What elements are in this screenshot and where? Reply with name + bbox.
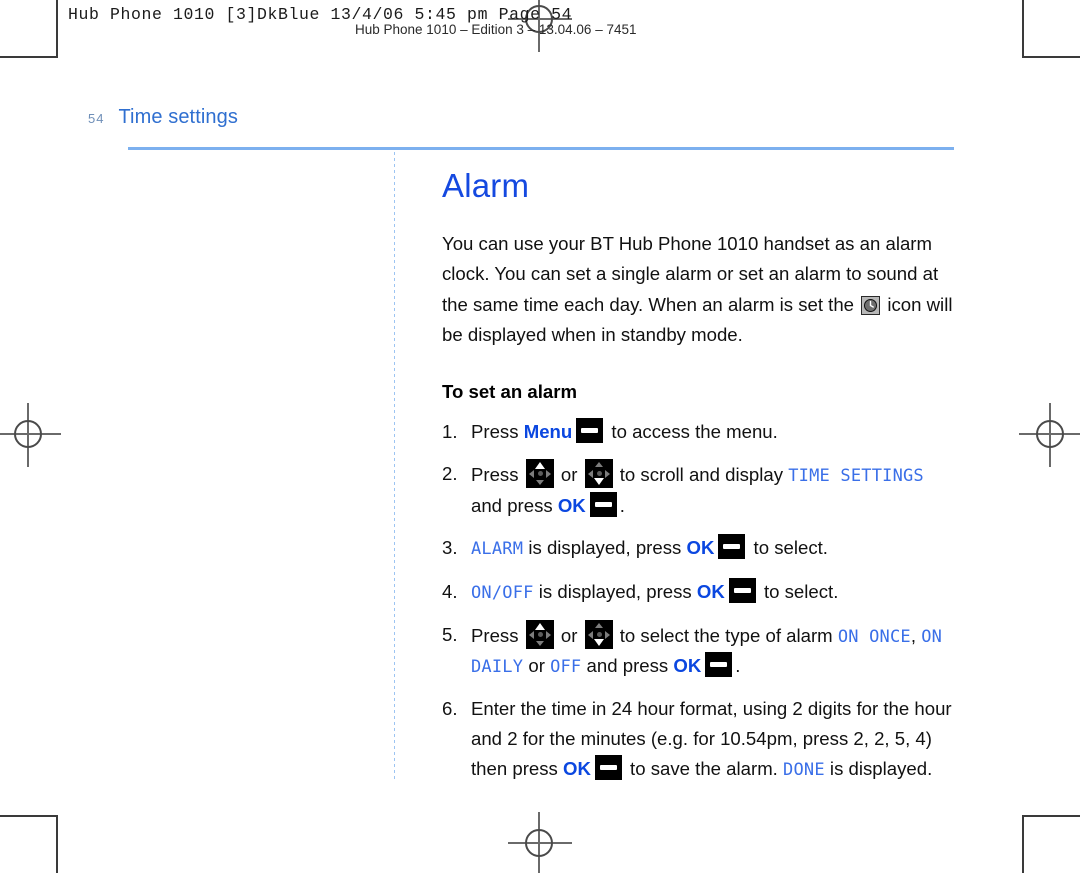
navigation-down-icon <box>584 459 613 489</box>
navigation-up-icon <box>525 619 554 649</box>
step-5-text-g: . <box>735 654 741 676</box>
subsection-heading: To set an alarm <box>442 380 578 402</box>
navigation-up-icon <box>525 459 554 489</box>
registration-mark-circle <box>525 829 553 857</box>
manual-page: Hub Phone 1010 [3]DkBlue 13/4/06 5:45 pm… <box>0 0 1080 873</box>
softkey-button-icon <box>718 534 746 560</box>
step-item-1: Press Menu to access the menu. <box>442 417 957 447</box>
step-item-4: ON/OFF is displayed, press OK to select. <box>442 577 957 607</box>
softkey-button-icon <box>589 491 617 517</box>
column-divider <box>394 152 395 782</box>
softkey-button-icon <box>594 754 622 780</box>
page-title: Alarm <box>442 167 530 204</box>
instruction-steps-list: Press Menu to access the menu. Press or … <box>442 417 957 784</box>
step-item-3: ALARM is displayed, press OK to select. <box>442 533 957 563</box>
step-5-text-d: , <box>910 624 922 646</box>
softkey-button-icon <box>576 417 604 443</box>
header-rule <box>128 147 954 150</box>
step-6-text-b: to save the alarm. <box>624 757 784 779</box>
step-2-text-b: or <box>555 464 583 486</box>
ok-softkey-label: OK <box>563 757 591 779</box>
lcd-text-off: OFF <box>550 656 582 677</box>
step-5-text-f: and press <box>581 654 674 676</box>
registration-mark-bottom <box>508 812 572 873</box>
step-4-text-a: is displayed, press <box>533 580 697 602</box>
crop-mark-top-left <box>0 0 58 58</box>
step-5-text-c: to select the type of alarm <box>614 624 838 646</box>
step-4-text-b: to select. <box>758 580 839 602</box>
registration-mark-right <box>1019 403 1080 467</box>
step-2-text-c: to scroll and display <box>614 464 789 486</box>
crop-mark-bottom-left <box>0 815 58 873</box>
step-item-6: Enter the time in 24 hour format, using … <box>442 694 957 784</box>
prepress-edition-line: Hub Phone 1010 – Edition 3 – 13.04.06 – … <box>355 22 637 37</box>
ok-softkey-label: OK <box>696 580 725 602</box>
lcd-text-done: DONE <box>783 759 825 780</box>
chapter-title: Time settings <box>118 106 238 128</box>
step-5-text-e: or <box>523 654 551 676</box>
step-2-text-a: Press <box>471 464 524 486</box>
step-5-text-a: Press <box>471 624 524 646</box>
registration-mark-circle <box>14 420 42 448</box>
page-number: 54 <box>88 111 105 126</box>
ok-softkey-label: OK <box>673 654 702 676</box>
ok-softkey-label: OK <box>686 537 715 559</box>
step-item-5: Press or to select the type of alarm ON … <box>442 619 957 681</box>
navigation-down-icon <box>584 619 613 649</box>
step-6-text-c: is displayed. <box>824 757 933 779</box>
softkey-button-icon <box>705 651 733 677</box>
softkey-button-icon <box>728 577 756 603</box>
running-head: 54 Time settings <box>88 106 238 129</box>
lcd-text-on-once: ON ONCE <box>837 626 911 647</box>
step-3-text-b: to select. <box>748 537 828 559</box>
lcd-text-on-off: ON/OFF <box>471 582 534 603</box>
main-content: Alarm You can use your BT Hub Phone 1010… <box>442 167 957 784</box>
step-1-text-b: to access the menu. <box>606 420 778 442</box>
crop-mark-bottom-right <box>1022 815 1080 873</box>
intro-paragraph: You can use your BT Hub Phone 1010 hands… <box>442 229 957 349</box>
alarm-clock-icon <box>861 295 881 315</box>
menu-softkey-label: Menu <box>523 420 573 442</box>
registration-mark-left <box>0 403 61 467</box>
step-3-text-a: is displayed, press <box>523 537 687 559</box>
step-2-text-e: . <box>619 494 625 516</box>
ok-softkey-label: OK <box>557 494 586 516</box>
lcd-text-alarm: ALARM <box>471 539 524 560</box>
step-2-text-d: and press <box>471 494 558 516</box>
lcd-text-time-settings: TIME SETTINGS <box>788 466 924 487</box>
step-item-2: Press or to scroll and display TIME SETT… <box>442 459 957 520</box>
step-1-text-a: Press <box>471 420 524 442</box>
step-5-text-b: or <box>555 624 583 646</box>
crop-mark-top-right <box>1022 0 1080 58</box>
registration-mark-circle <box>1036 420 1064 448</box>
